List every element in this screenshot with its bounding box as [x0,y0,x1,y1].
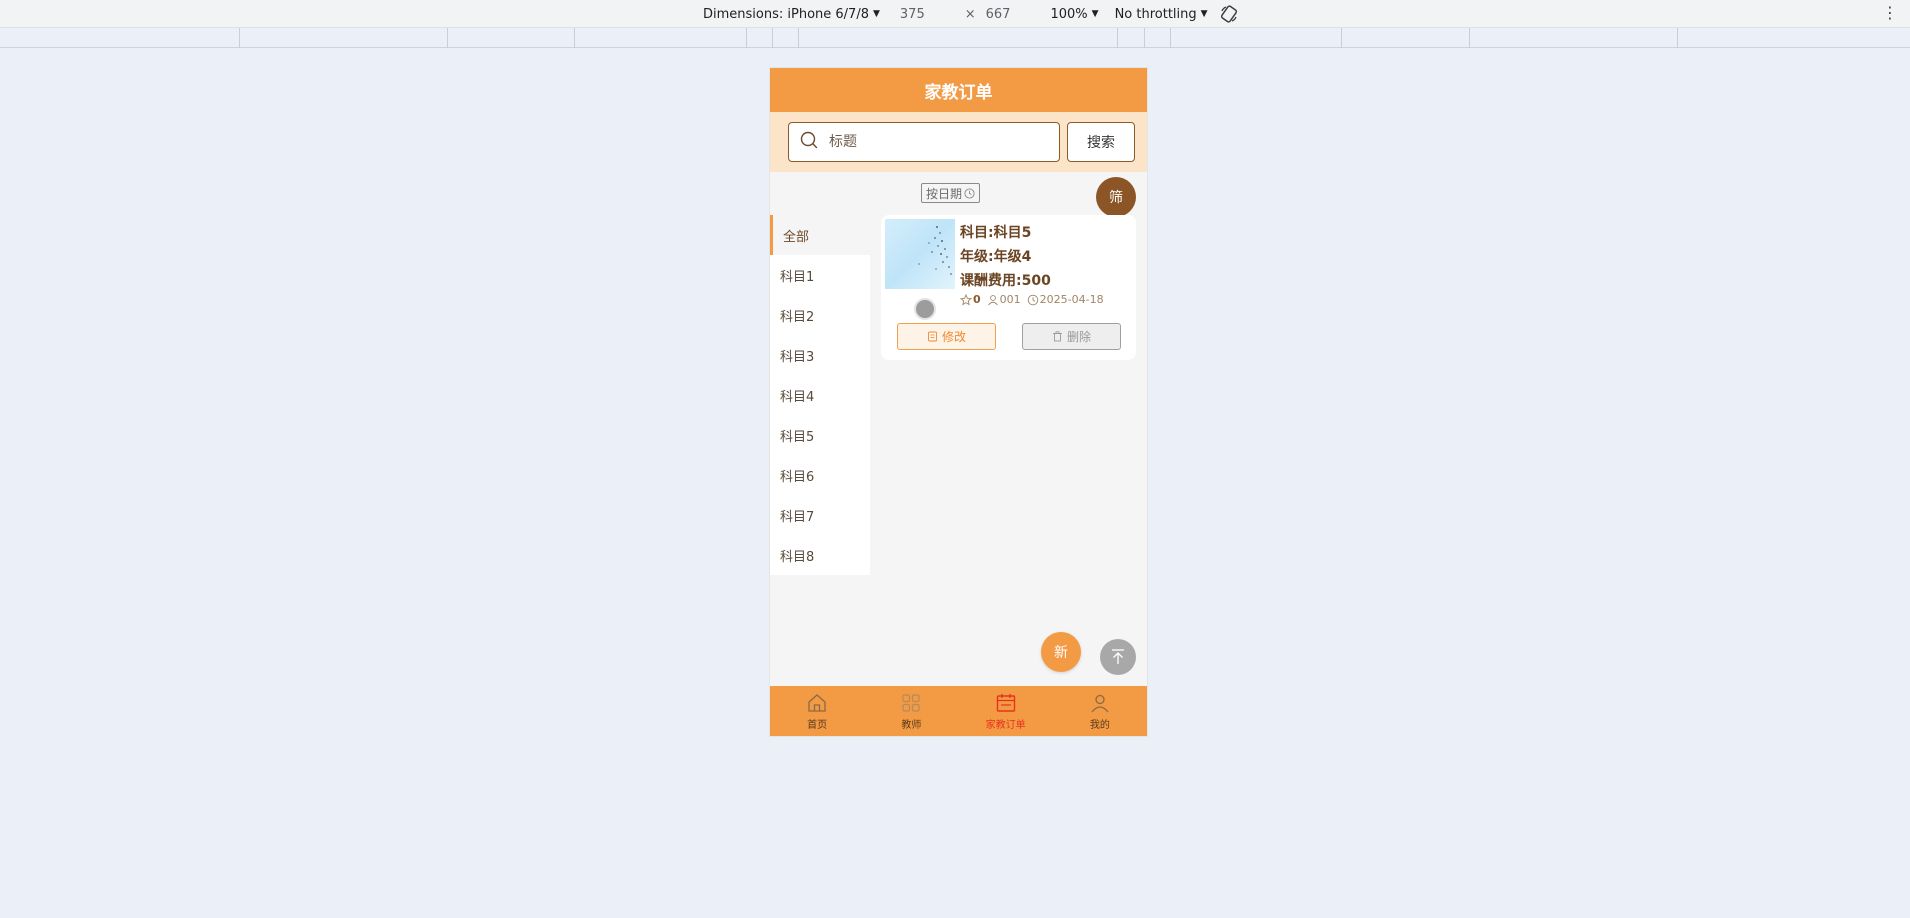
filter-button[interactable]: 筛 [1096,177,1136,217]
devtools-toolbar: Dimensions: iPhone 6/7/8 ▼ 375 × 667 100… [0,0,1910,28]
category-label: 科目8 [780,549,815,565]
page-title: 家教订单 [924,82,993,103]
search-button[interactable]: 搜索 [1067,122,1135,162]
order-grade: 年级:年级4 [960,249,1032,265]
chevron-down-icon: ▼ [1091,9,1099,19]
category-sidebar: 全部 科目1 科目2 科目3 科目4 科目5 科目6 科目7 科目8 [770,215,870,575]
order-date: 2025-04-18 [1039,293,1104,306]
tab-label: 首页 [807,719,828,731]
user-icon [987,294,998,305]
category-item[interactable]: 科目5 [770,415,870,455]
more-options-icon[interactable]: ⋮ [1882,4,1898,22]
category-item[interactable]: 科目2 [770,295,870,335]
ruler-tick [1170,28,1171,48]
rotate-icon[interactable] [1220,5,1238,23]
order-subject: 科目:科目5 [960,225,1032,241]
carousel-dot [914,298,936,320]
category-label: 科目1 [780,269,815,285]
delete-label: 删除 [1066,330,1091,344]
tab-profile[interactable]: 我的 [1053,686,1147,736]
search-icon [799,130,819,154]
ruler-tick [239,28,240,48]
ruler-tick [772,28,773,48]
new-order-button[interactable]: 新 [1041,632,1081,672]
nav-bar: 家教订单 [770,68,1147,112]
category-item[interactable]: 科目8 [770,535,870,575]
category-item[interactable]: 科目7 [770,495,870,535]
tab-label: 家教订单 [985,719,1026,731]
category-item[interactable]: 科目6 [770,455,870,495]
filter-label: 筛 [1109,190,1123,206]
phone-viewport: 家教订单 搜索 按日期 筛 全部 科目1 科目2 科目3 科目4 科目5 科目6… [770,68,1147,736]
device-label: Dimensions: iPhone 6/7/8 [703,6,869,22]
category-label: 科目4 [780,389,815,405]
ruler-tick [798,28,799,48]
search-box[interactable] [788,122,1060,162]
zoom-label: 100% [1050,6,1088,22]
sort-label: 按日期 [926,186,963,201]
category-item-all[interactable]: 全部 [770,215,870,255]
trash-icon [1052,331,1062,342]
tab-teachers[interactable]: 教师 [864,686,958,736]
tab-label: 我的 [1089,719,1110,731]
category-item[interactable]: 科目3 [770,335,870,375]
throttling-select[interactable]: No throttling ▼ [1115,7,1208,22]
order-meta: 0 001 2025-04-18 [960,293,1110,306]
edit-label: 修改 [941,330,966,344]
device-select[interactable]: Dimensions: iPhone 6/7/8 ▼ [703,7,880,22]
category-item[interactable]: 科目1 [770,255,870,295]
order-card[interactable]: 科目:科目5 年级:年级4 课酬费用:500 0 001 2025-04-18 … [881,215,1136,360]
category-label: 科目5 [780,429,815,445]
category-item[interactable]: 科目4 [770,375,870,415]
sort-by-date-button[interactable]: 按日期 [921,183,981,203]
edit-button[interactable]: 修改 [897,323,996,350]
likes-count: 0 [973,293,981,306]
category-label: 科目2 [780,309,815,325]
tab-tutoring-orders[interactable]: 家教订单 [959,686,1053,736]
times-sign: × [964,6,976,22]
order-info: 科目:科目5 年级:年级4 课酬费用:500 [960,221,1051,293]
ruler-tick [1341,28,1342,48]
search-input[interactable] [829,134,1039,150]
edit-icon [928,331,937,342]
star-icon [960,293,972,305]
home-icon [808,693,826,712]
category-label: 科目7 [780,509,815,525]
back-to-top-button[interactable] [1100,639,1136,675]
ruler-tick [1677,28,1678,48]
chevron-down-icon: ▼ [1200,9,1208,19]
tab-bar: 首页 教师 家教订单 我的 [770,686,1147,736]
grid-icon [902,693,920,712]
zoom-select[interactable]: 100% ▼ [1050,7,1098,22]
media-query-ruler [0,28,1910,48]
throttling-label: No throttling [1114,6,1197,22]
order-user: 001 [999,293,1021,306]
new-label: 新 [1054,645,1068,661]
category-label: 科目6 [780,469,815,485]
ruler-tick [574,28,575,48]
category-label: 科目3 [780,349,815,365]
height-input[interactable]: 667 [986,7,1011,22]
ruler-tick [746,28,747,48]
delete-button[interactable]: 删除 [1022,323,1121,350]
ruler-tick [447,28,448,48]
user-icon [1091,694,1109,712]
tab-home[interactable]: 首页 [770,686,864,736]
chevron-down-icon: ▼ [872,9,880,19]
width-input[interactable]: 375 [900,7,925,22]
clock-icon [964,187,975,199]
order-thumbnail [885,219,955,289]
ruler-tick [1144,28,1145,48]
category-label: 全部 [783,229,810,245]
arrow-up-icon [1112,649,1124,664]
search-row: 搜索 [770,112,1147,172]
order-fee: 课酬费用:500 [960,273,1051,289]
calendar-icon [996,693,1015,712]
ruler-tick [1117,28,1118,48]
tab-label: 教师 [901,719,922,731]
ruler-tick [1469,28,1470,48]
clock-icon [1027,294,1038,305]
